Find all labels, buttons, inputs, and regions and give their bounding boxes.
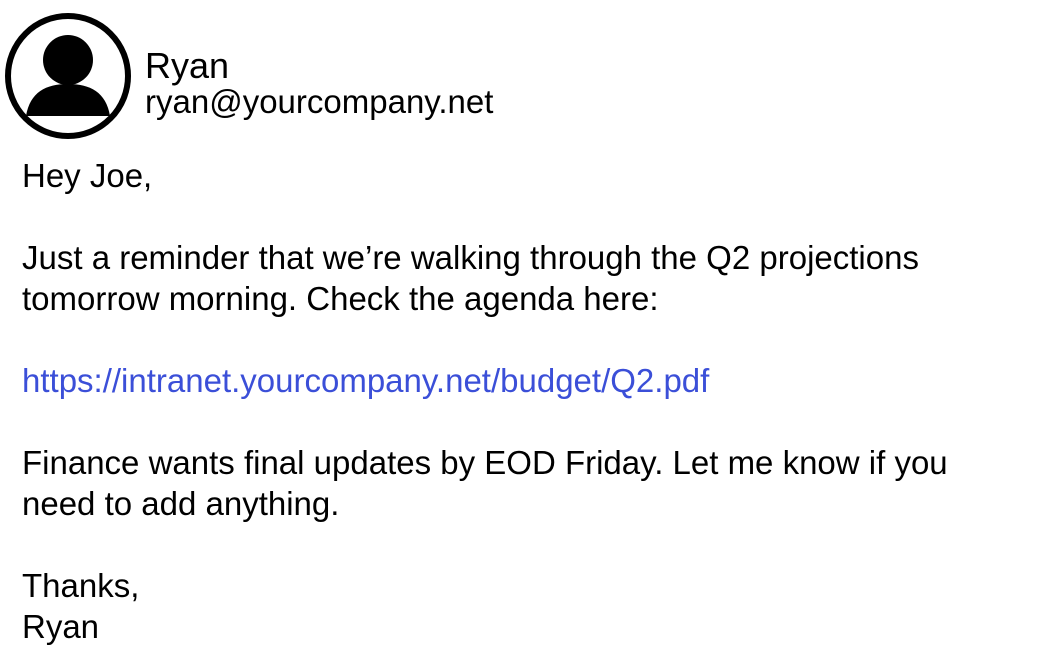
email-message: Ryan ryan@yourcompany.net Hey Joe, Just … <box>0 0 1039 672</box>
sender-header: Ryan ryan@yourcompany.net <box>4 12 704 142</box>
email-body: Hey Joe, Just a reminder that we’re walk… <box>22 155 1032 647</box>
body-paragraph-1-line-1: Just a reminder that we’re walking throu… <box>22 239 919 276</box>
signature: Ryan <box>22 608 100 645</box>
body-paragraph-2-line-2: need to add anything. <box>22 485 340 522</box>
signoff: Thanks, <box>22 567 140 604</box>
user-avatar-icon <box>4 12 132 140</box>
greeting: Hey Joe, <box>22 157 153 194</box>
agenda-link[interactable]: https://intranet.yourcompany.net/budget/… <box>22 362 709 399</box>
sender-name: Ryan <box>145 45 230 86</box>
body-paragraph-1-line-2: tomorrow morning. Check the agenda here: <box>22 280 659 317</box>
body-paragraph-2-line-1: Finance wants final updates by EOD Frida… <box>22 444 948 481</box>
sender-email: ryan@yourcompany.net <box>145 83 494 120</box>
